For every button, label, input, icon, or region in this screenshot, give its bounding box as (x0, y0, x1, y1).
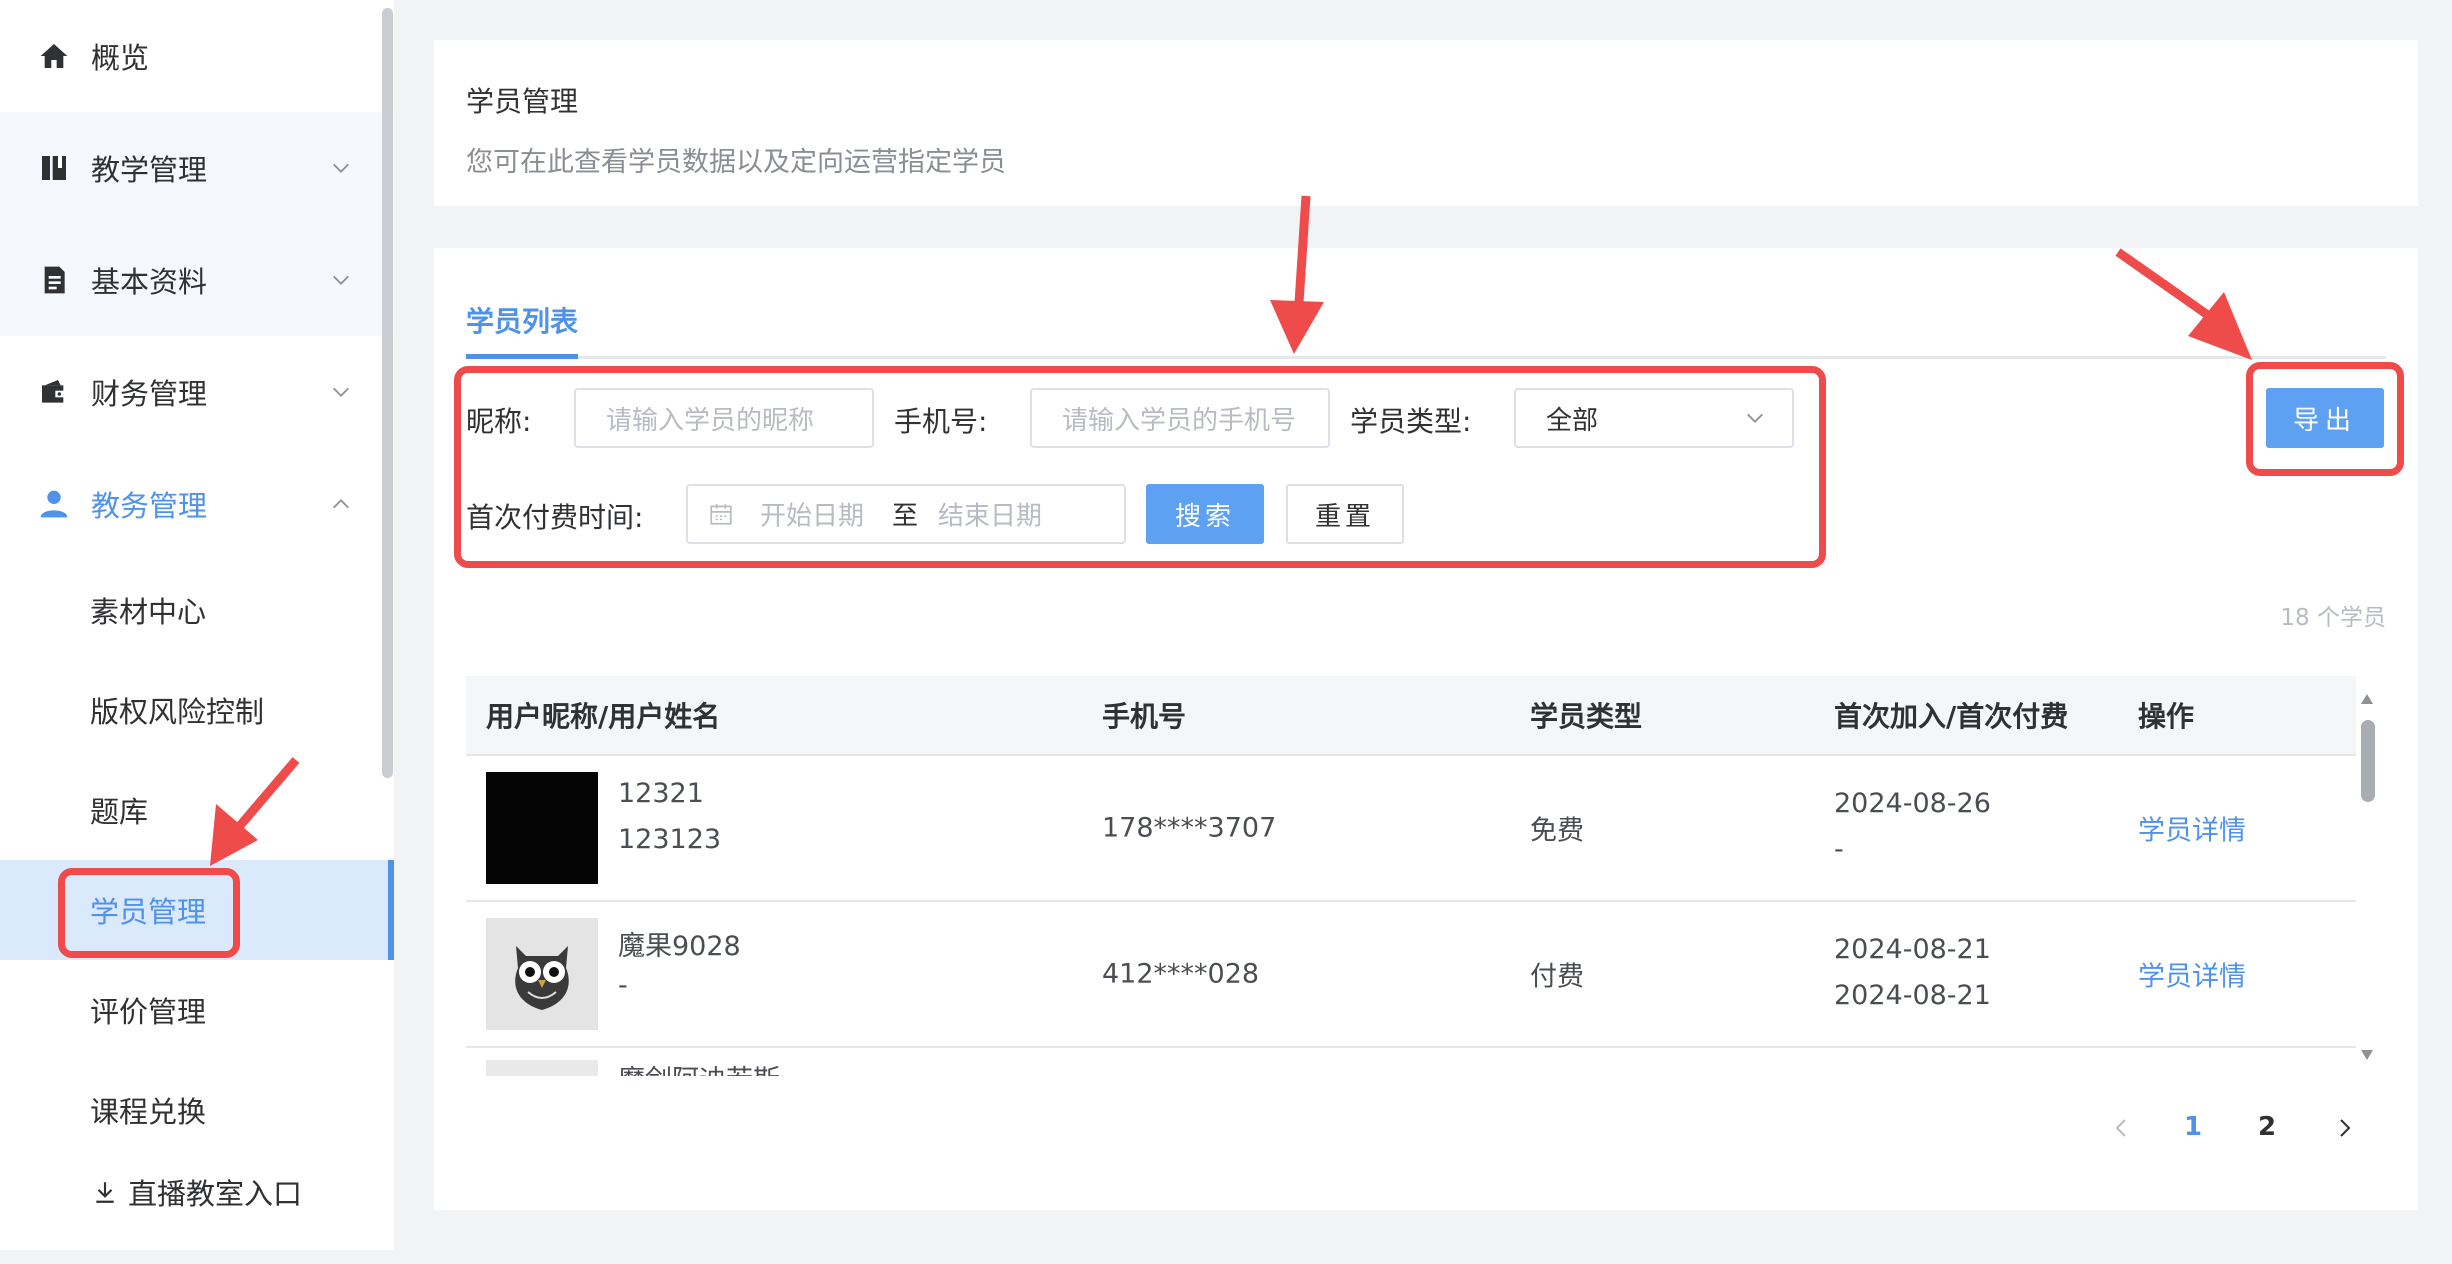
student-table: 用户昵称/用户姓名 手机号 学员类型 首次加入/首次付费 操作 12321 12… (466, 676, 2356, 1076)
column-header: 首次加入/首次付费 (1834, 700, 2069, 733)
tab-divider (466, 356, 2386, 359)
home-icon (40, 44, 68, 68)
avatar (486, 1060, 598, 1076)
student-count: 18 个学员 (2280, 605, 2386, 631)
wallet-icon (42, 380, 66, 403)
annotation-box-filters (454, 366, 1826, 568)
sidebar-subitem-reviews[interactable]: 评价管理 (0, 960, 394, 1060)
sidebar-item-label: 题库 (90, 795, 149, 829)
sidebar-item-label: 素材中心 (90, 595, 207, 629)
pagination-next-icon[interactable] (2332, 1116, 2356, 1140)
student-type: 免费 (1530, 815, 1584, 847)
user-nickname: 12321 (618, 778, 704, 809)
table-row: 魔剑阿迪若斯 (466, 1048, 2356, 1076)
sidebar-item-label: 评价管理 (90, 995, 207, 1029)
sidebar-item-label: 教学管理 (91, 153, 208, 187)
sidebar-subitem-question-bank[interactable]: 题库 (0, 760, 394, 860)
user-nickname: 魔剑阿迪若斯 (618, 1058, 780, 1076)
user-phone: 412****028 (1102, 958, 1260, 990)
student-type: 付费 (1530, 961, 1584, 993)
joined-date: 2024-08-26 (1834, 788, 1991, 819)
tab-active-indicator (466, 354, 578, 359)
joined-date: 2024-08-21 (1834, 934, 1991, 965)
sidebar-subitem-materials[interactable]: 素材中心 (0, 560, 394, 660)
sidebar-item-label: 财务管理 (91, 377, 208, 411)
avatar (486, 772, 598, 884)
sidebar-live-classroom-entry[interactable]: 直播教室入口 (0, 1142, 394, 1242)
sidebar-subitem-copyright[interactable]: 版权风险控制 (0, 660, 394, 760)
book-icon (42, 156, 66, 180)
user-icon (40, 490, 68, 518)
column-header: 用户昵称/用户姓名 (486, 700, 721, 733)
first-pay-date: - (1834, 834, 1844, 865)
sidebar-item-label: 直播教室入口 (128, 1177, 303, 1211)
sidebar-item-academic[interactable]: 教务管理 (0, 448, 394, 560)
sidebar-item-label: 教务管理 (91, 489, 208, 523)
tab-student-list[interactable]: 学员列表 (466, 300, 578, 340)
chevron-down-icon (333, 275, 349, 285)
chevron-down-icon (333, 163, 349, 173)
annotation-box-export (2246, 362, 2404, 476)
sidebar: 概览 教学管理 基本资料 财务管理 教务管理 素材中心 版权风险控制 题库 学员… (0, 0, 394, 1250)
sidebar-scrollbar[interactable] (382, 8, 393, 778)
sidebar-item-label: 基本资料 (91, 265, 208, 299)
avatar (486, 918, 598, 1030)
sidebar-item-overview[interactable]: 概览 (0, 0, 394, 112)
user-phone: 178****3707 (1102, 812, 1277, 844)
sidebar-item-label: 课程兑换 (90, 1095, 207, 1129)
column-header: 手机号 (1102, 700, 1187, 733)
pagination-prev-icon[interactable] (2110, 1116, 2134, 1140)
sidebar-item-label: 版权风险控制 (90, 695, 265, 729)
page-header: 学员管理 您可在此查看学员数据以及定向运营指定学员 (434, 40, 2418, 206)
column-header: 操作 (2138, 700, 2195, 733)
first-pay-date: 2024-08-21 (1834, 980, 1991, 1011)
table-scroll-thumb[interactable] (2361, 720, 2375, 802)
pagination-page[interactable]: 1 (2184, 1112, 2202, 1142)
page-subtitle: 您可在此查看学员数据以及定向运营指定学员 (466, 147, 1006, 178)
user-nickname: 魔果9028 (618, 931, 741, 962)
pagination-page[interactable]: 2 (2258, 1112, 2276, 1142)
page-title: 学员管理 (466, 85, 579, 118)
chevron-up-icon (333, 499, 349, 509)
table-row: 魔果9028 - 412****028 付费 2024-08-21 2024-0… (466, 902, 2356, 1048)
sidebar-item-finance[interactable]: 财务管理 (0, 336, 394, 448)
table-row: 12321 123123 178****3707 免费 2024-08-26 -… (466, 756, 2356, 902)
user-realname: - (618, 970, 628, 1001)
sidebar-item-teaching[interactable]: 教学管理 (0, 112, 394, 224)
table-header: 用户昵称/用户姓名 手机号 学员类型 首次加入/首次付费 操作 (466, 676, 2356, 756)
student-detail-link[interactable]: 学员详情 (2138, 955, 2246, 994)
sidebar-item-label: 概览 (91, 41, 150, 75)
user-realname: 123123 (618, 824, 722, 855)
column-header: 学员类型 (1530, 700, 1643, 733)
annotation-box-sidebar (58, 868, 240, 958)
download-icon (96, 1182, 114, 1203)
student-detail-link[interactable]: 学员详情 (2138, 809, 2246, 848)
chevron-down-icon (333, 387, 349, 397)
owl-icon (515, 946, 569, 1010)
sidebar-item-basic-info[interactable]: 基本资料 (0, 224, 394, 336)
document-icon (44, 266, 65, 294)
